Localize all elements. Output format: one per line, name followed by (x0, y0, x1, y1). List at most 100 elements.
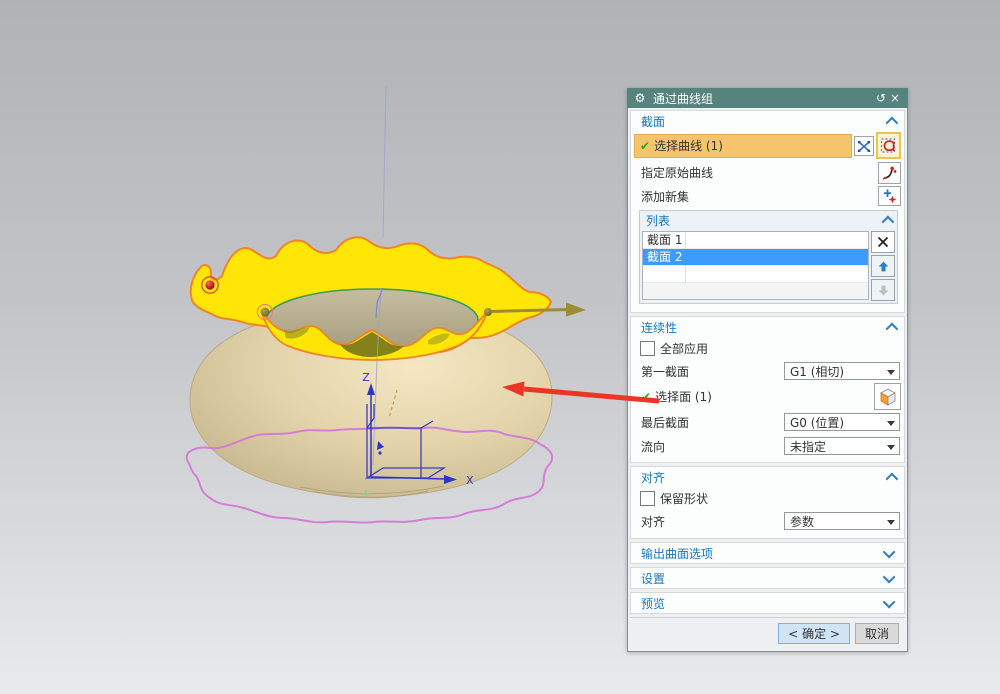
datum-line-upper[interactable] (382, 85, 387, 239)
section-header-label: 截面 (641, 115, 666, 129)
dropdown-caret-icon (887, 369, 895, 379)
apply-all-row: 全部应用 (631, 338, 904, 359)
ok-button[interactable]: < 确定 > (778, 623, 850, 644)
flow-direction-dropdown[interactable]: 未指定 (784, 437, 900, 455)
cancel-button[interactable]: 取消 (854, 623, 899, 644)
select-face-row: ✔ 选择面 (1) (631, 383, 904, 410)
first-section-row: 第一截面 G1 (相切) (631, 359, 904, 383)
list-panel: 列表 截面 1 截面 2 (639, 210, 898, 304)
first-section-dropdown[interactable]: G1 (相切) (784, 362, 900, 380)
list-header[interactable]: 列表 (640, 211, 897, 229)
alignment-label: 对齐 (641, 514, 666, 529)
output-surface-options-label: 输出曲面选项 (641, 546, 714, 561)
check-icon: ✔ (641, 389, 652, 404)
continuity-header[interactable]: 连续性 (631, 317, 904, 338)
output-surface-options-header[interactable]: 输出曲面选项 (631, 543, 904, 563)
flow-direction-label: 流向 (641, 439, 666, 454)
move-up-button[interactable] (871, 255, 895, 277)
preview-header[interactable]: 预览 (631, 593, 904, 613)
gear-icon: ⚙ (634, 91, 646, 105)
settings-header[interactable]: 设置 (631, 568, 904, 588)
alignment-header[interactable]: 对齐 (631, 467, 904, 488)
remove-section-button[interactable] (871, 231, 895, 253)
group-preview: 预览 (630, 592, 905, 614)
cross-lines-icon (858, 140, 870, 152)
dialog-body: 截面 ✔ 选择曲线 (1) 指定原始曲线 添加新集 列表 截面 1 截面 2 连… (627, 108, 908, 652)
alignment-header-label: 对齐 (641, 471, 666, 485)
list-item-selected[interactable]: 截面 2 (643, 249, 868, 266)
swap-sections-button[interactable] (854, 135, 874, 156)
chevron-down-icon[interactable] (882, 570, 896, 583)
chevron-up-icon[interactable] (881, 215, 895, 228)
flow-direction-row: 流向 未指定 (631, 434, 904, 458)
dialog-footer: < 确定 > 取消 (630, 617, 905, 651)
group-settings: 设置 (630, 567, 905, 589)
check-icon: ✔ (640, 138, 651, 153)
chevron-down-icon[interactable] (882, 545, 896, 558)
add-new-set-row: 添加新集 (631, 185, 901, 207)
specify-origin-curve-label: 指定原始曲线 (641, 166, 714, 180)
axis-z-label: Z (362, 371, 370, 384)
last-section-dropdown[interactable]: G0 (位置) (784, 413, 900, 431)
direction-arrow-shaft[interactable] (490, 308, 569, 313)
group-alignment: 对齐 保留形状 对齐 参数 (630, 466, 905, 539)
apply-all-checkbox[interactable] (640, 341, 655, 356)
reset-icon[interactable]: ↺ (874, 88, 888, 108)
specify-origin-curve-button[interactable] (878, 161, 901, 184)
first-section-label: 第一截面 (641, 364, 690, 379)
flow-direction-value: 未指定 (790, 439, 827, 454)
last-section-label: 最后截面 (641, 415, 690, 430)
group-output-surface-options: 输出曲面选项 (630, 542, 905, 564)
group-continuity: 连续性 全部应用 第一截面 G1 (相切) ✔ 选择面 (1) 最后截面 G0 … (630, 316, 905, 463)
arrow-up-icon (878, 261, 888, 271)
preserve-shape-label: 保留形状 (660, 492, 709, 506)
select-curve-label: 选择曲线 (1) (654, 139, 723, 153)
arrow-down-icon (878, 285, 888, 295)
select-curve-row: ✔ 选择曲线 (1) (634, 132, 901, 159)
rim-start-handle[interactable] (260, 307, 270, 317)
move-down-button[interactable] (871, 279, 895, 301)
origin-curve-icon (882, 166, 897, 180)
nx-viewport: Z X ⚙ 通过曲线组 ↺ × 截面 ✔ 选择曲线 (1) 指定原始曲线 添加新… (0, 0, 1000, 694)
list-item[interactable]: 截面 1 (643, 232, 868, 249)
select-face-button[interactable] (874, 383, 901, 410)
chevron-up-icon[interactable] (885, 472, 899, 486)
apply-all-label: 全部应用 (660, 342, 709, 356)
start-point-handle[interactable] (205, 280, 215, 290)
direction-origin-handle[interactable] (484, 308, 492, 316)
add-new-set-label: 添加新集 (641, 189, 690, 204)
list-item-empty[interactable] (643, 283, 868, 299)
section-list: 截面 1 截面 2 (642, 231, 869, 300)
dropdown-caret-icon (887, 420, 895, 430)
group-section: 截面 ✔ 选择曲线 (1) 指定原始曲线 添加新集 列表 截面 1 截面 2 (630, 110, 905, 313)
cube-icon (879, 388, 896, 406)
section-header[interactable]: 截面 (631, 111, 904, 132)
continuity-header-label: 连续性 (641, 321, 678, 335)
sketch-point[interactable] (378, 451, 382, 455)
axis-x-label: X (466, 474, 474, 487)
first-section-value: G1 (相切) (790, 364, 845, 379)
last-section-row: 最后截面 G0 (位置) (631, 410, 904, 434)
curve-rule-button[interactable] (876, 132, 901, 159)
chevron-up-icon[interactable] (885, 322, 899, 336)
through-curves-dialog: ⚙ 通过曲线组 ↺ × 截面 ✔ 选择曲线 (1) 指定原始曲线 添加新集 列表… (627, 88, 908, 652)
preserve-shape-row: 保留形状 (631, 488, 904, 509)
add-new-set-button[interactable] (878, 186, 901, 206)
chevron-down-icon[interactable] (882, 595, 896, 608)
alignment-dropdown[interactable]: 参数 (784, 512, 900, 530)
curve-rule-icon (880, 138, 895, 153)
chevron-up-icon[interactable] (885, 116, 899, 130)
dropdown-caret-icon (887, 444, 895, 454)
select-curve-field[interactable]: ✔ 选择曲线 (1) (634, 133, 852, 158)
close-icon[interactable]: × (888, 88, 902, 108)
preserve-shape-checkbox[interactable] (640, 491, 655, 506)
preview-label: 预览 (641, 596, 666, 611)
dialog-title: 通过曲线组 (653, 91, 714, 106)
settings-label: 设置 (641, 571, 666, 586)
add-set-icon (884, 189, 897, 203)
dialog-titlebar[interactable]: ⚙ 通过曲线组 ↺ × (627, 88, 908, 108)
delete-x-icon (877, 236, 889, 248)
list-item-empty[interactable] (643, 266, 868, 283)
alignment-value: 参数 (790, 514, 815, 529)
direction-arrow-head[interactable] (566, 302, 586, 317)
